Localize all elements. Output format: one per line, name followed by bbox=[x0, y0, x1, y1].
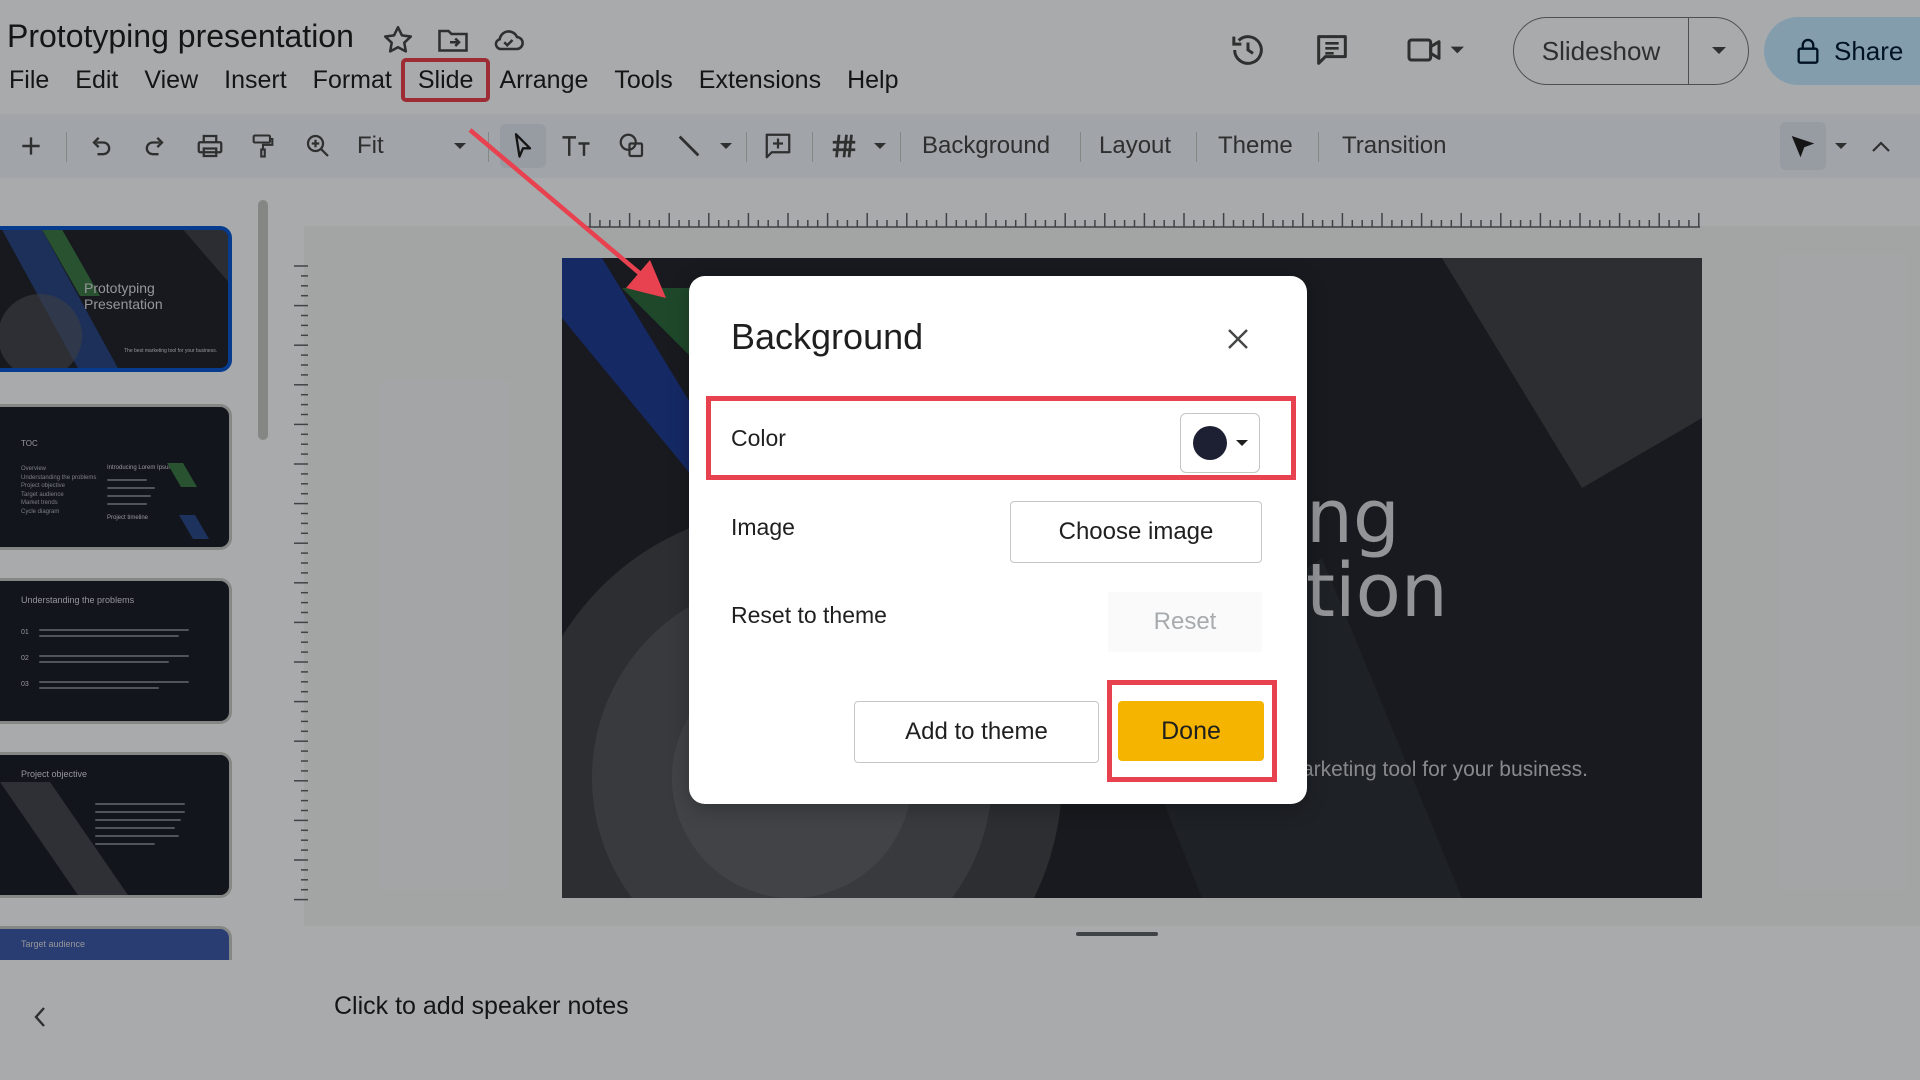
reset-button[interactable]: Reset bbox=[1108, 592, 1262, 652]
color-label: Color bbox=[731, 425, 786, 451]
annotation-arrow bbox=[468, 128, 666, 298]
image-label: Image bbox=[731, 514, 795, 540]
choose-image-button[interactable]: Choose image bbox=[1010, 501, 1262, 563]
done-button[interactable]: Done bbox=[1118, 701, 1264, 761]
background-dialog: Background Color Image Choose image Rese… bbox=[689, 276, 1307, 804]
dialog-title: Background bbox=[731, 316, 924, 357]
color-picker-button[interactable] bbox=[1180, 413, 1260, 473]
reset-to-theme-label: Reset to theme bbox=[731, 602, 887, 628]
color-swatch bbox=[1193, 426, 1227, 460]
chevron-down-icon bbox=[1236, 439, 1248, 446]
add-to-theme-button[interactable]: Add to theme bbox=[854, 701, 1099, 763]
close-icon[interactable] bbox=[1221, 322, 1255, 356]
